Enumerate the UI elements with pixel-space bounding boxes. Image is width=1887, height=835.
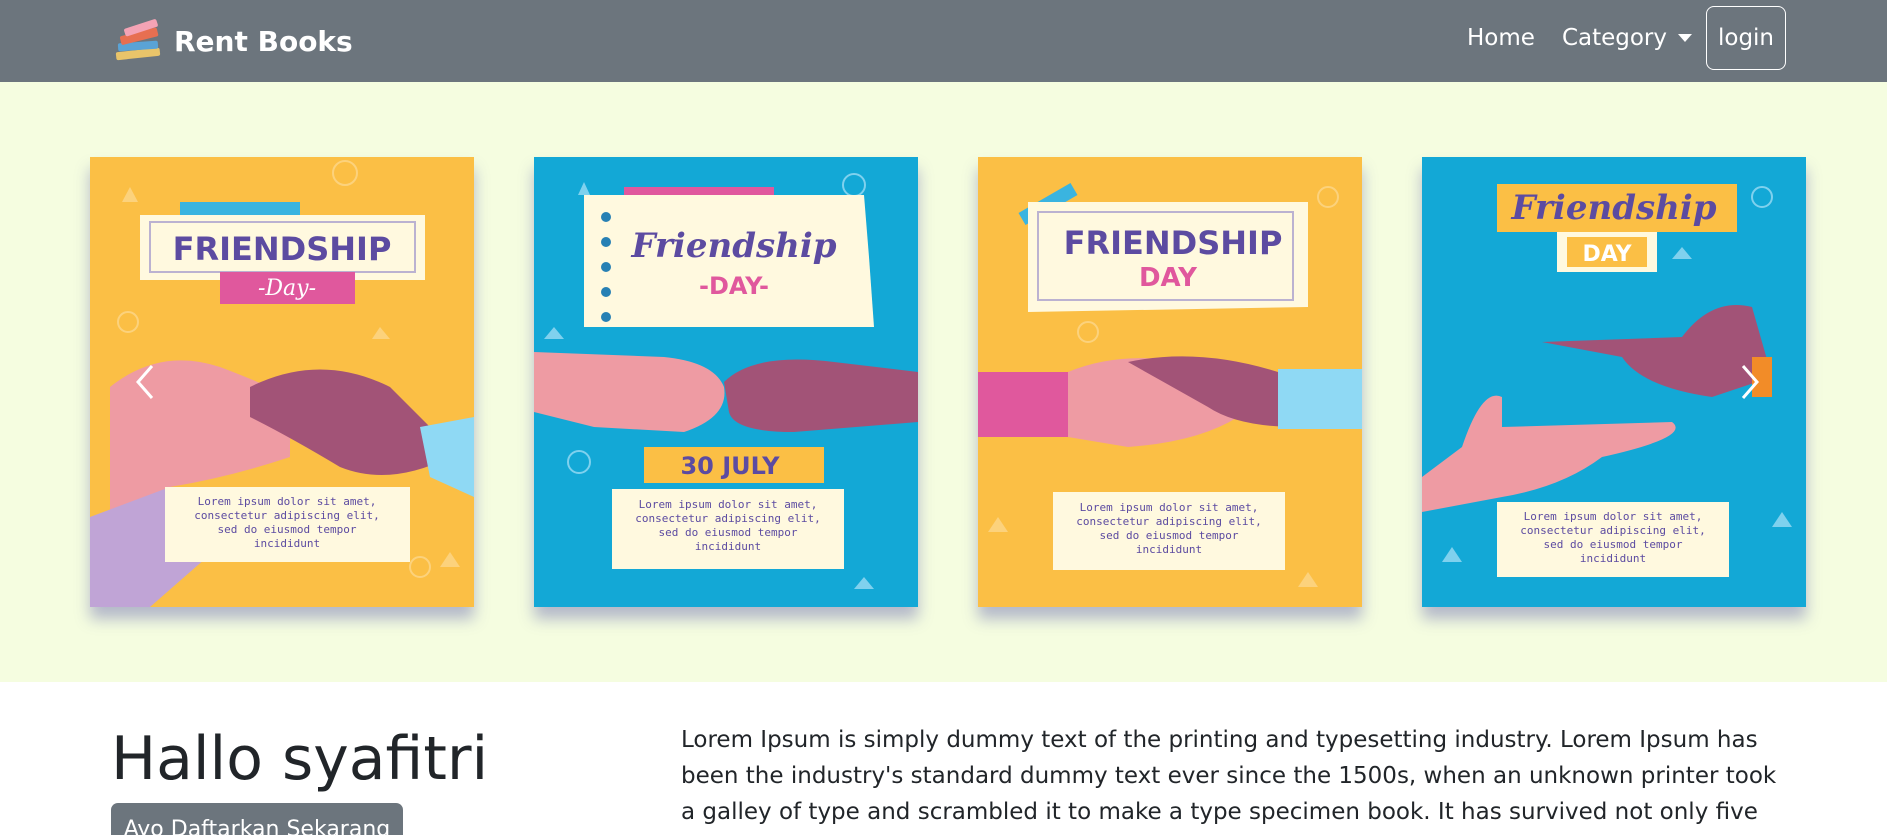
slide-4-body-line: consectetur adipiscing elit, [1520, 524, 1705, 537]
slide-4-body-line: Lorem ipsum dolor sit amet, [1524, 510, 1703, 523]
slide-1-subtitle: -Day- [258, 276, 316, 301]
brand-name: Rent Books [174, 24, 353, 58]
brand[interactable]: Rent Books [112, 18, 353, 64]
slide-3-body-line: consectetur adipiscing elit, [1076, 515, 1261, 528]
friendship-poster-image: Friendship -DAY- 30 JULY Lorem ipsum dol… [534, 157, 918, 607]
slide-3-body-line: Lorem ipsum dolor sit amet, [1080, 501, 1259, 514]
slide-4-subtitle: DAY [1582, 242, 1632, 267]
nav-category-label: Category [1561, 25, 1667, 51]
nav-category-dropdown[interactable]: Category [1562, 25, 1692, 51]
books-stack-icon [115, 19, 161, 61]
slide-1-body-line: consectetur adipiscing elit, [194, 509, 379, 522]
carousel-slide-2: Friendship -DAY- 30 JULY Lorem ipsum dol… [534, 157, 918, 607]
greeting-heading: Hallo syafitri [111, 724, 489, 794]
slide-3-title: FRIENDSHIP [1064, 224, 1283, 262]
carousel: FRIENDSHIP -Day- Lorem ipsum dolor sit a… [0, 82, 1887, 682]
carousel-slide-3: FRIENDSHIP DAY Lorem ipsum dolor sit ame… [978, 157, 1362, 607]
slide-2-body-line: Lorem ipsum dolor sit amet, [639, 498, 818, 511]
nav-home-link[interactable]: Home [1467, 25, 1535, 51]
slide-4-title: Friendship [1510, 188, 1716, 228]
slide-2-body-line: consectetur adipiscing elit, [635, 512, 820, 525]
slide-1-body-line: sed do eiusmod tempor [217, 523, 356, 536]
slide-2-title: Friendship [630, 226, 836, 266]
slide-4-body-line: incididunt [1580, 552, 1646, 565]
login-button[interactable]: login [1706, 6, 1786, 70]
chevron-right-icon[interactable] [1735, 362, 1765, 402]
friendship-poster-image: FRIENDSHIP DAY Lorem ipsum dolor sit ame… [978, 157, 1362, 607]
slide-1-body-line: Lorem ipsum dolor sit amet, [198, 495, 377, 508]
register-button[interactable]: Ayo Daftarkan Sekarang [111, 803, 403, 835]
slide-3-subtitle: DAY [1139, 263, 1198, 293]
slide-3-body-line: sed do eiusmod tempor [1099, 529, 1238, 542]
chevron-left-icon[interactable] [130, 362, 160, 402]
nav-links: Home Category login [1467, 6, 1786, 70]
navbar: Rent Books Home Category login [0, 0, 1887, 82]
slide-2-subtitle: -DAY- [699, 272, 769, 300]
caret-down-icon [1678, 34, 1692, 42]
slide-3-body-line: incididunt [1136, 543, 1202, 556]
slide-2-body-line: incididunt [695, 540, 761, 553]
slide-2-date: 30 JULY [680, 452, 780, 480]
slide-2-body-line: sed do eiusmod tempor [658, 526, 797, 539]
slide-1-body-line: incididunt [254, 537, 320, 550]
slide-1-title: FRIENDSHIP [173, 230, 392, 268]
description-text: Lorem Ipsum is simply dummy text of the … [681, 727, 1777, 825]
slide-4-body-line: sed do eiusmod tempor [1543, 538, 1682, 551]
